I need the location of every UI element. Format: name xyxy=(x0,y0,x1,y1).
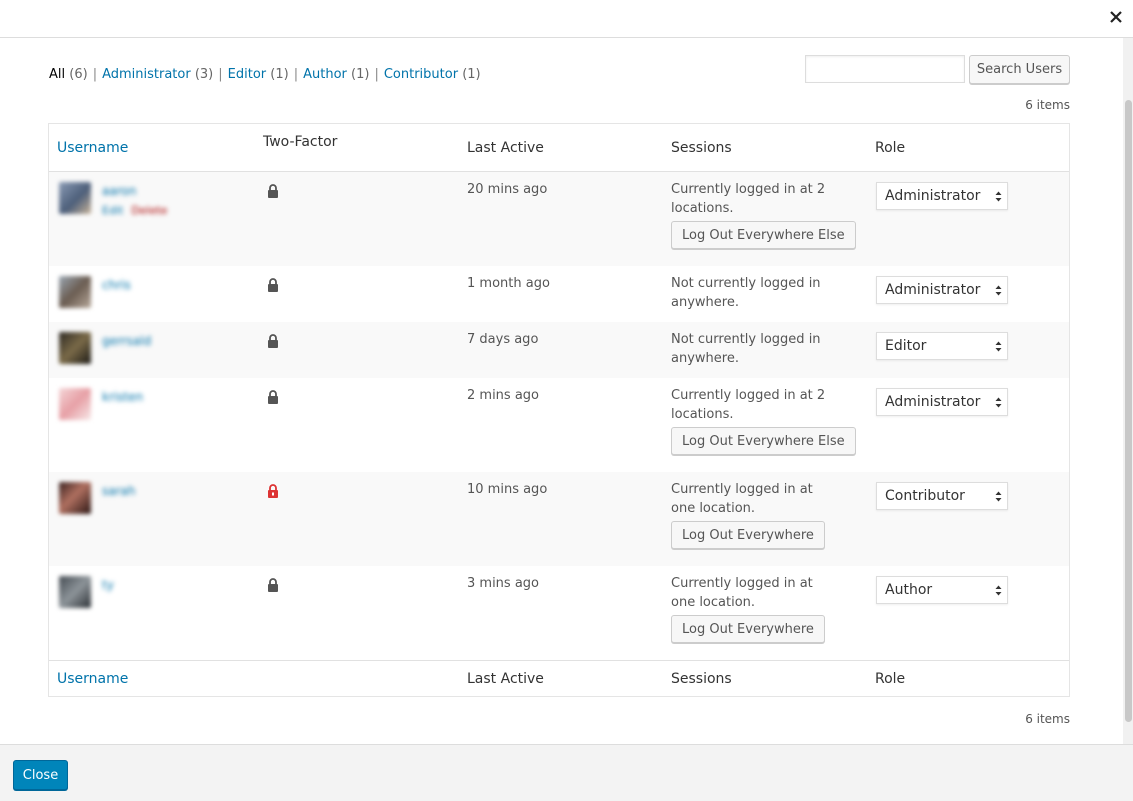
role-filter-links: All (6) | Administrator (3) | Editor (1) | Aut… xyxy=(49,67,481,82)
avatar xyxy=(59,332,91,364)
row-actions: Edit Delete xyxy=(102,204,167,217)
role-select[interactable]: Contributor xyxy=(876,482,1008,510)
table-row: aaron Edit Delete 20 mins ago Currently l… xyxy=(49,172,1069,266)
last-active: 10 mins ago xyxy=(467,482,548,497)
lock-icon xyxy=(268,184,278,198)
filter-all[interactable]: All (6) xyxy=(49,67,88,82)
last-active: 2 mins ago xyxy=(467,388,539,403)
items-count-top: 6 items xyxy=(1025,98,1070,112)
modal-footer: Close xyxy=(0,744,1133,801)
avatar xyxy=(59,482,91,514)
filter-contributor[interactable]: Contributor (1) xyxy=(384,67,481,82)
column-two-factor: Two-Factor xyxy=(263,134,338,150)
sessions-status: Not currently logged in anywhere. xyxy=(671,276,821,310)
username-link[interactable]: gerrsald xyxy=(102,334,151,348)
sessions-status: Currently logged in at 2 locations. xyxy=(671,182,826,216)
select-arrows-icon xyxy=(995,491,1002,502)
table-row: kristen 2 mins ago Currently logged in a… xyxy=(49,378,1069,472)
lock-icon xyxy=(268,390,278,404)
users-table: Username Two-Factor Last Active Sessions… xyxy=(48,123,1070,697)
sessions-status: Not currently logged in anywhere. xyxy=(671,332,821,366)
search-input[interactable] xyxy=(805,55,965,83)
role-select[interactable]: Editor xyxy=(876,332,1008,360)
filter-administrator[interactable]: Administrator (3) xyxy=(102,67,213,82)
scrollbar-thumb[interactable] xyxy=(1125,100,1132,722)
select-arrows-icon xyxy=(995,341,1002,352)
username-link[interactable]: ty xyxy=(102,578,114,592)
column-role: Role xyxy=(875,140,906,156)
sessions-status: Currently logged in at one location. xyxy=(671,482,813,516)
avatar xyxy=(59,276,91,308)
select-arrows-icon xyxy=(995,585,1002,596)
log-out-everywhere-button[interactable]: Log Out Everywhere xyxy=(671,521,825,549)
lock-icon xyxy=(268,484,278,498)
close-icon[interactable] xyxy=(1099,0,1133,34)
log-out-everywhere-button[interactable]: Log Out Everywhere xyxy=(671,615,825,643)
items-count-bottom: 6 items xyxy=(1025,712,1070,726)
role-select[interactable]: Administrator xyxy=(876,276,1008,304)
avatar xyxy=(59,388,91,420)
filter-separator: | xyxy=(293,67,299,82)
last-active: 7 days ago xyxy=(467,332,539,347)
avatar xyxy=(59,576,91,608)
column-role: Role xyxy=(875,671,906,687)
column-sessions: Sessions xyxy=(671,671,732,687)
column-username-sort[interactable]: Username xyxy=(57,671,128,687)
select-arrows-icon xyxy=(995,397,1002,408)
last-active: 20 mins ago xyxy=(467,182,548,197)
last-active: 3 mins ago xyxy=(467,576,539,591)
table-row: sarah 10 mins ago Currently logged in at… xyxy=(49,472,1069,566)
edit-link[interactable]: Edit xyxy=(102,204,123,217)
filter-separator: | xyxy=(218,67,223,82)
delete-link[interactable]: Delete xyxy=(131,204,167,217)
filter-author[interactable]: Author (1) xyxy=(303,67,369,82)
table-footer: Username Last Active Sessions Role xyxy=(49,660,1069,696)
filter-separator: | xyxy=(374,67,379,82)
table-row: chris 1 month ago Not currently logged i… xyxy=(49,266,1069,322)
modal-header xyxy=(0,0,1133,38)
role-select[interactable]: Administrator xyxy=(876,388,1008,416)
username-link[interactable]: chris xyxy=(102,278,131,292)
last-active: 1 month ago xyxy=(467,276,550,291)
column-last-active: Last Active xyxy=(467,671,544,687)
table-row: gerrsald 7 days ago Not currently logged… xyxy=(49,322,1069,378)
sessions-status: Currently logged in at one location. xyxy=(671,576,813,610)
sessions-status: Currently logged in at 2 locations. xyxy=(671,388,826,422)
filter-separator: | xyxy=(92,67,98,82)
username-link[interactable]: sarah xyxy=(102,484,136,498)
log-out-everywhere-else-button[interactable]: Log Out Everywhere Else xyxy=(671,427,856,455)
lock-icon xyxy=(268,334,278,348)
table-row: ty 3 mins ago Currently logged in at one… xyxy=(49,566,1069,660)
select-arrows-icon xyxy=(995,285,1002,296)
log-out-everywhere-else-button[interactable]: Log Out Everywhere Else xyxy=(671,221,856,249)
close-button[interactable]: Close xyxy=(13,760,68,790)
role-select[interactable]: Author xyxy=(876,576,1008,604)
scrollbar[interactable] xyxy=(1123,38,1133,744)
column-sessions: Sessions xyxy=(671,140,732,156)
username-link[interactable]: kristen xyxy=(102,390,143,404)
lock-icon xyxy=(268,578,278,592)
search-users-button[interactable]: Search Users xyxy=(969,55,1070,84)
select-arrows-icon xyxy=(995,191,1002,202)
lock-icon xyxy=(268,278,278,292)
column-username-sort[interactable]: Username xyxy=(57,140,128,156)
column-last-active: Last Active xyxy=(467,140,544,156)
username-link[interactable]: aaron xyxy=(102,184,136,198)
filter-editor[interactable]: Editor (1) xyxy=(228,67,289,82)
role-select[interactable]: Administrator xyxy=(876,182,1008,210)
table-header: Username Two-Factor Last Active Sessions… xyxy=(49,124,1069,172)
avatar xyxy=(59,182,91,214)
